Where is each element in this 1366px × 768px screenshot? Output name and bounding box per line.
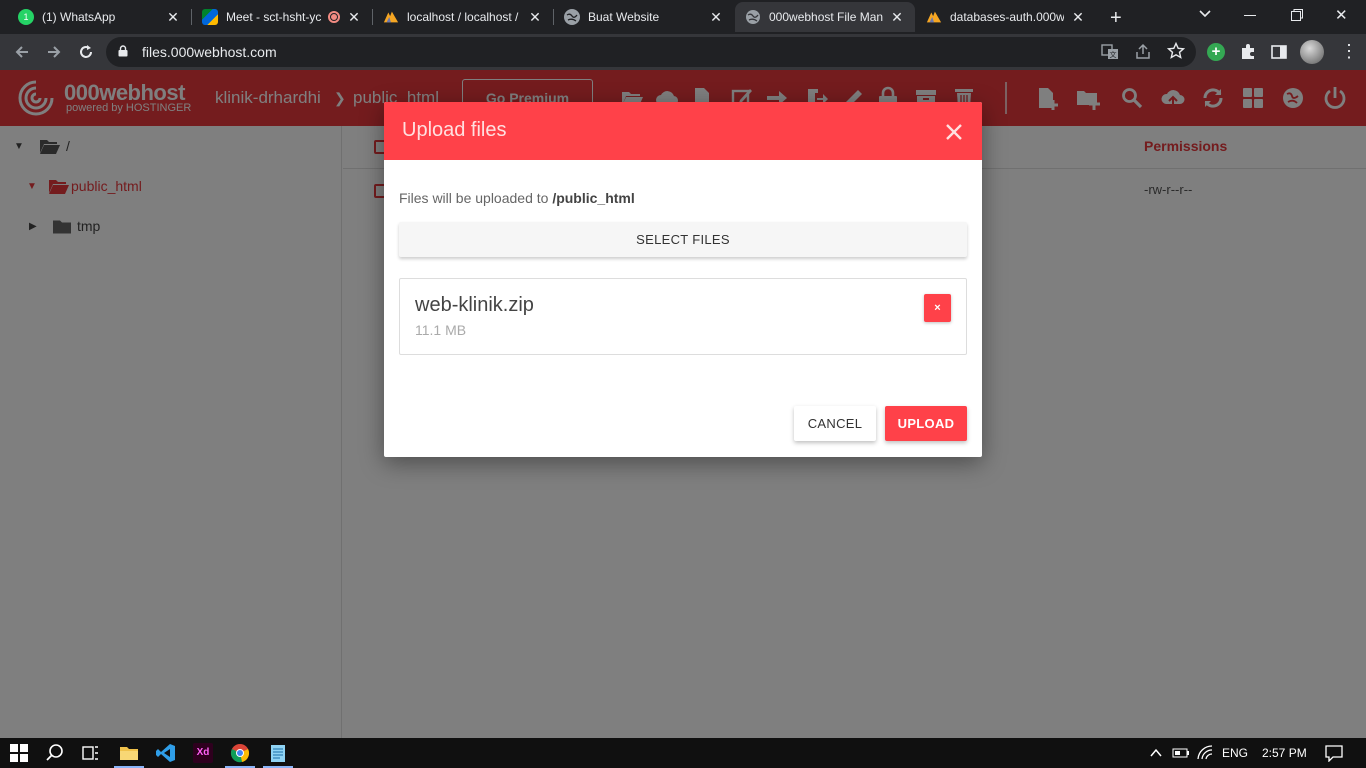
- destination-path: /public_html: [552, 190, 635, 206]
- close-tab-icon[interactable]: ✕: [527, 9, 543, 26]
- recording-icon: [328, 11, 340, 23]
- close-tab-icon[interactable]: ✕: [165, 9, 181, 26]
- tab-title: 000webhost File Mana: [769, 10, 883, 24]
- chrome-menu-icon[interactable]: ⋮: [1340, 42, 1358, 60]
- search-icon[interactable]: [45, 743, 65, 763]
- file-name: web-klinik.zip: [415, 294, 534, 316]
- adobe-xd-icon[interactable]: Xd: [193, 743, 213, 763]
- tab-title: (1) WhatsApp: [42, 10, 116, 24]
- windows-start-icon[interactable]: [10, 744, 28, 762]
- notepad-icon[interactable]: [268, 743, 288, 763]
- tab-whatsapp[interactable]: 1 (1) WhatsApp ✕: [8, 2, 191, 32]
- browser-toolbar: files.000webhost.com 文 + ⋮: [0, 34, 1366, 70]
- remove-file-button[interactable]: ×: [924, 294, 951, 322]
- tab-phpmyadmin-localhost[interactable]: localhost / localhost / ✕: [373, 2, 553, 32]
- minimize-window-icon[interactable]: [1244, 15, 1256, 16]
- phpmyadmin-icon: [383, 9, 399, 25]
- select-files-button[interactable]: SELECT FILES: [399, 222, 967, 257]
- wifi-icon[interactable]: [1197, 745, 1213, 761]
- back-arrow-icon[interactable]: [10, 40, 34, 64]
- input-language[interactable]: ENG: [1222, 746, 1248, 760]
- share-icon[interactable]: [1134, 43, 1152, 66]
- whatsapp-icon: 1: [18, 9, 34, 25]
- tab-meet[interactable]: Meet - sct-hsht-yc ✕: [192, 2, 372, 32]
- tab-buat-website[interactable]: Buat Website ✕: [554, 2, 734, 32]
- tab-search-chevron-icon[interactable]: [1198, 7, 1212, 24]
- close-tab-icon[interactable]: ✕: [708, 9, 724, 26]
- globe-icon: [564, 9, 580, 25]
- file-explorer-icon[interactable]: [119, 743, 139, 763]
- new-tab-icon[interactable]: +: [1110, 7, 1122, 30]
- translate-icon[interactable]: 文: [1101, 43, 1119, 66]
- profile-avatar[interactable]: [1300, 40, 1324, 64]
- close-window-icon[interactable]: ✕: [1335, 6, 1348, 24]
- tab-databases-auth[interactable]: databases-auth.000we ✕: [916, 2, 1096, 32]
- task-view-icon[interactable]: [80, 743, 100, 763]
- queued-file-item: web-klinik.zip 11.1 MB ×: [399, 278, 967, 355]
- restore-window-icon[interactable]: [1290, 8, 1304, 27]
- file-size: 11.1 MB: [415, 322, 467, 338]
- chrome-icon[interactable]: [230, 743, 250, 763]
- cancel-button[interactable]: CANCEL: [794, 406, 876, 441]
- windows-taskbar: Xd ENG 2:57 PM: [0, 738, 1366, 768]
- lock-icon: [118, 45, 128, 57]
- upload-button[interactable]: UPLOAD: [885, 406, 967, 441]
- notifications-icon[interactable]: [1325, 745, 1343, 762]
- upload-destination-text: Files will be uploaded to /public_html: [399, 190, 635, 206]
- bookmark-star-icon[interactable]: [1166, 41, 1186, 65]
- close-tab-icon[interactable]: ✕: [1070, 9, 1086, 26]
- upload-files-dialog: Upload files Files will be uploaded to /…: [384, 102, 982, 457]
- clock-time[interactable]: 2:57 PM: [1262, 746, 1307, 760]
- file-manager-page: 000webhost powered by HOSTINGER klinik-d…: [0, 70, 1366, 738]
- dialog-title: Upload files: [402, 119, 507, 141]
- show-hidden-icons-chevron-icon[interactable]: [1149, 747, 1163, 759]
- tab-000webhost-file-manager[interactable]: 000webhost File Mana ✕: [735, 2, 915, 32]
- tab-title: databases-auth.000we: [950, 10, 1064, 24]
- dialog-header: Upload files: [384, 102, 982, 160]
- side-panel-icon[interactable]: [1271, 44, 1287, 65]
- vscode-icon[interactable]: [156, 743, 176, 763]
- battery-icon[interactable]: [1172, 747, 1190, 759]
- forward-arrow-icon[interactable]: [42, 40, 66, 64]
- close-tab-icon[interactable]: ✕: [346, 9, 362, 26]
- url-text: files.000webhost.com: [142, 44, 277, 60]
- google-meet-icon: [202, 9, 218, 25]
- globe-icon: [745, 9, 761, 25]
- extension-plus-icon[interactable]: +: [1207, 43, 1225, 61]
- destination-prefix: Files will be uploaded to: [399, 190, 553, 206]
- close-icon[interactable]: [943, 121, 965, 143]
- close-tab-icon[interactable]: ✕: [889, 9, 905, 26]
- phpmyadmin-icon: [926, 9, 942, 25]
- address-bar[interactable]: files.000webhost.com 文: [106, 37, 1196, 67]
- tab-title: Meet - sct-hsht-yc: [226, 10, 322, 24]
- browser-tab-strip: 1 (1) WhatsApp ✕ Meet - sct-hsht-yc ✕ lo…: [0, 0, 1366, 34]
- extensions-puzzle-icon[interactable]: [1239, 43, 1257, 66]
- tab-title: Buat Website: [588, 10, 660, 24]
- reload-icon[interactable]: [74, 40, 98, 64]
- svg-text:文: 文: [1110, 50, 1117, 59]
- tab-title: localhost / localhost /: [407, 10, 519, 24]
